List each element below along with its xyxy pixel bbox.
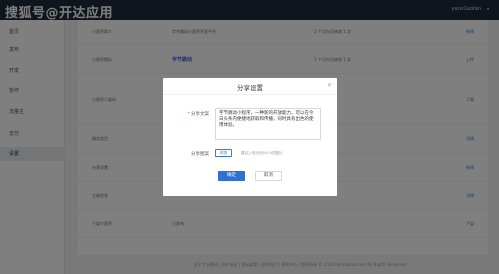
close-icon[interactable]: ✕ <box>327 82 332 89</box>
confirm-button[interactable]: 确定 <box>218 171 245 181</box>
required-mark: * <box>187 112 190 117</box>
share-text-input[interactable]: 字节跳动小程序，一种新的开放能力，可以在今日头条内便捷地获取和传播，同时具有出色… <box>215 108 321 140</box>
share-settings-dialog: 分享设置 ✕ * 分享文案 字节跳动小程序，一种新的开放能力，可以在今日头条内便… <box>163 78 337 196</box>
share-text-label: * 分享文案 <box>187 112 209 117</box>
dialog-header: 分享设置 ✕ <box>163 78 337 95</box>
share-image-label: 分享图案 <box>191 152 209 157</box>
upload-image-button[interactable]: 浏览 <box>215 149 232 157</box>
upload-hint: 建议上传比例为5:4的图片 <box>241 151 283 155</box>
cancel-button[interactable]: 取消 <box>255 171 282 181</box>
dialog-title: 分享设置 <box>237 84 263 92</box>
